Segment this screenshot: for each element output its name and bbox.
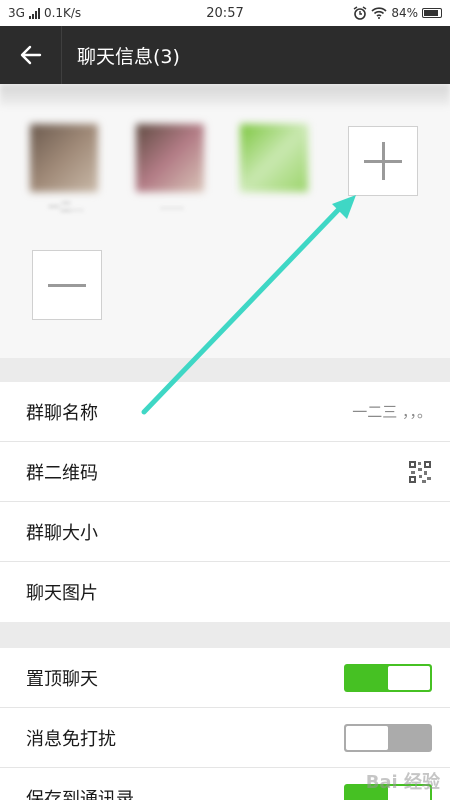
- network-type: 3G: [8, 6, 25, 20]
- page-title: 聊天信息(3): [77, 45, 180, 68]
- settings-group-info: 群聊名称 一二三 ，，。 群二维码 群聊大小 聊天图片: [0, 382, 450, 622]
- mute-notifications-row: 消息免打扰: [0, 708, 450, 768]
- group-name-value: 一二三 ，，。: [352, 403, 432, 421]
- member-name: 一二…: [47, 200, 84, 214]
- group-name-row[interactable]: 群聊名称 一二三 ，，。: [0, 382, 450, 442]
- row-label: 群二维码: [26, 462, 98, 484]
- row-label: 聊天图片: [26, 583, 98, 604]
- avatar: [136, 124, 204, 192]
- member-avatar-item[interactable]: ……: [136, 124, 208, 216]
- back-arrow-icon: [20, 45, 41, 65]
- title-bar: 聊天信息(3): [0, 26, 450, 84]
- avatar: [240, 124, 308, 192]
- status-bar: 3G 0.1K/s 20:57 84%: [0, 0, 450, 26]
- wifi-icon: [371, 7, 387, 19]
- alarm-icon: [353, 6, 367, 20]
- add-member-button[interactable]: [348, 126, 418, 196]
- member-grid: 一二… ……: [0, 84, 450, 358]
- qr-code-icon: [408, 459, 432, 484]
- mute-notifications-toggle[interactable]: [344, 723, 432, 752]
- chat-images-row[interactable]: 聊天图片: [0, 562, 450, 622]
- watermark: Bai 经验: [365, 772, 440, 793]
- avatar: [30, 124, 98, 192]
- member-avatar-item[interactable]: [240, 124, 312, 216]
- row-label: 群聊大小: [26, 522, 98, 544]
- pin-chat-row: 置顶聊天: [0, 648, 450, 708]
- member-avatar-item[interactable]: 一二…: [30, 124, 102, 216]
- battery-icon: [422, 8, 442, 18]
- group-size-row[interactable]: 群聊大小: [0, 502, 450, 562]
- row-label: 置顶聊天: [26, 668, 98, 690]
- row-label: 保存到通讯录: [26, 789, 134, 800]
- network-speed: 0.1K/s: [43, 6, 82, 20]
- remove-member-button[interactable]: [32, 250, 102, 320]
- back-button[interactable]: [0, 26, 62, 84]
- pin-chat-toggle[interactable]: [344, 663, 432, 692]
- member-name: ……: [160, 198, 184, 212]
- signal-icon: [28, 7, 40, 19]
- battery-percent: 84%: [391, 6, 418, 20]
- row-label: 群聊名称: [26, 402, 98, 424]
- group-qr-row[interactable]: 群二维码: [0, 442, 450, 502]
- row-label: 消息免打扰: [26, 728, 116, 750]
